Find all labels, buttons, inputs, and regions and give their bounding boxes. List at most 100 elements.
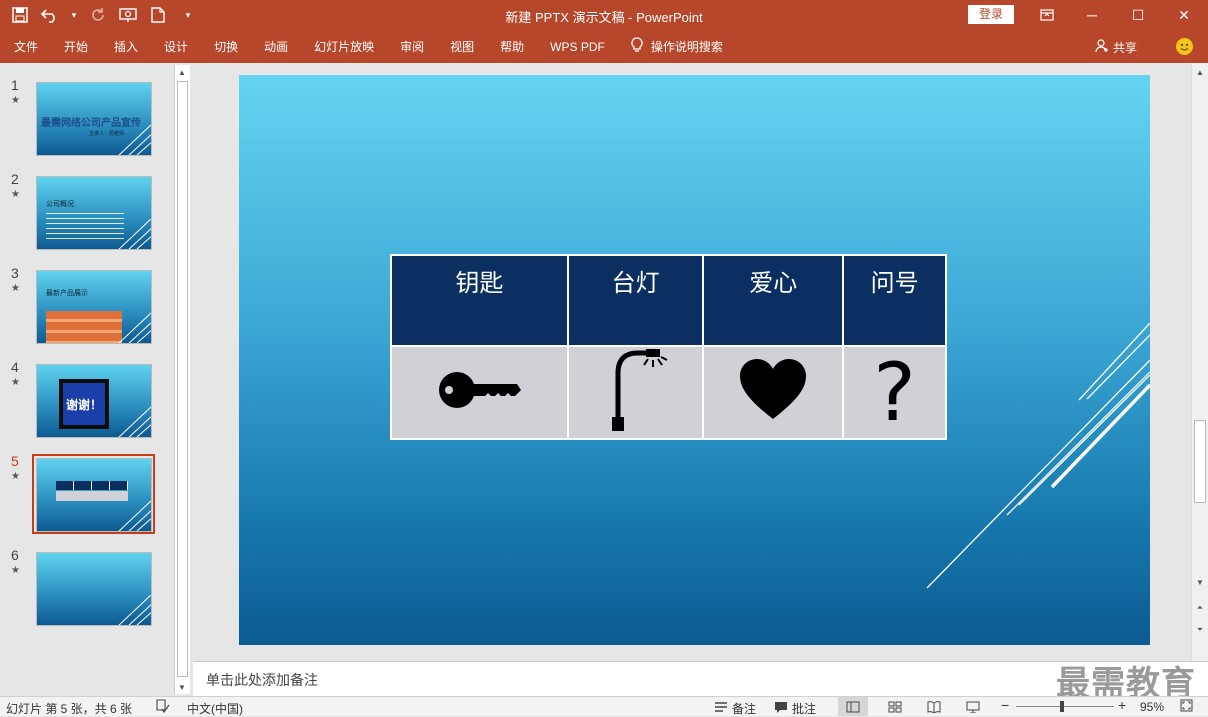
slide-thumbnail-pane: 1 ★ 最需网络公司产品宣传 主讲人：周老师 2 ★ 公司概况 3 ★ 最新产品…: [0, 63, 174, 696]
slide-preview: 谢谢！: [36, 364, 152, 438]
next-slide-icon[interactable]: ⏷: [1193, 623, 1207, 637]
thumb-body-lines: [46, 213, 124, 243]
slide-number: 4: [11, 359, 19, 375]
tab-animations[interactable]: 动画: [264, 38, 288, 55]
tab-insert[interactable]: 插入: [114, 38, 138, 55]
tab-review[interactable]: 审阅: [400, 38, 424, 55]
tab-transitions[interactable]: 切换: [214, 38, 238, 55]
table-header-cell[interactable]: 钥匙: [390, 254, 569, 347]
zoom-level[interactable]: 95%: [1140, 700, 1164, 714]
slide-sorter-icon[interactable]: [880, 697, 910, 716]
notes-icon: [714, 701, 728, 716]
slideshow-from-start-icon[interactable]: [118, 5, 138, 25]
street-lamp-icon: [611, 349, 668, 431]
feedback-smiley-icon[interactable]: [1176, 38, 1193, 55]
zoom-slider[interactable]: [1016, 701, 1114, 712]
ribbon: 文件 开始 插入 设计 切换 动画 幻灯片放映 审阅 视图 帮助 WPS PDF…: [0, 30, 1208, 63]
notes-placeholder[interactable]: 单击此处添加备注: [206, 670, 318, 690]
tab-slideshow[interactable]: 幻灯片放映: [314, 38, 374, 55]
notes-toggle[interactable]: 备注: [714, 700, 756, 717]
ribbon-tabs: 文件 开始 插入 设计 切换 动画 幻灯片放映 审阅 视图 帮助 WPS PDF…: [14, 30, 723, 63]
table-header-cell[interactable]: 爱心: [702, 254, 845, 347]
scroll-down-arrow-icon[interactable]: ▼: [1193, 575, 1207, 589]
language-indicator[interactable]: 中文(中国): [187, 700, 243, 717]
table-cell[interactable]: [702, 345, 845, 440]
fit-to-window-icon[interactable]: [1180, 699, 1193, 715]
ribbon-display-icon[interactable]: [1024, 0, 1070, 30]
login-button[interactable]: 登录: [968, 5, 1014, 24]
slide-number: 3: [11, 265, 19, 281]
slide-number: 2: [11, 171, 19, 187]
title-bar: ▾ ▾ 新建 PPTX 演示文稿 - PowerPoint 登录 ─ ☐ ✕: [0, 0, 1208, 30]
close-button[interactable]: ✕: [1161, 0, 1207, 30]
slide-thumbnail-5[interactable]: 5 ★: [0, 439, 174, 534]
undo-icon[interactable]: [40, 5, 60, 25]
thumb-title: 最新产品展示: [46, 290, 88, 297]
normal-view-icon[interactable]: [838, 697, 868, 716]
comments-toggle[interactable]: 批注: [774, 700, 816, 717]
tell-me-search[interactable]: 操作说明搜索: [631, 37, 723, 56]
table-header-cell[interactable]: 台灯: [566, 254, 705, 347]
slideshow-view-icon[interactable]: [958, 697, 988, 716]
scrollbar-thumb[interactable]: [177, 81, 188, 677]
zoom-in-icon[interactable]: +: [1118, 697, 1126, 713]
slide-thumbnail-1[interactable]: 1 ★ 最需网络公司产品宣传 主讲人：周老师: [0, 63, 174, 157]
tab-file[interactable]: 文件: [14, 38, 38, 55]
animation-star-icon: ★: [11, 565, 20, 576]
slide-thumbnail-6[interactable]: 6 ★: [0, 533, 174, 627]
person-add-icon: [1095, 39, 1109, 56]
share-button[interactable]: 共享: [1095, 39, 1137, 56]
save-icon[interactable]: [10, 5, 30, 25]
quick-access-toolbar: ▾ ▾: [10, 0, 198, 30]
notes-label: 备注: [732, 702, 757, 716]
comment-icon: [774, 701, 788, 717]
slide-preview: 公司概况: [36, 176, 152, 250]
scroll-down-arrow-icon[interactable]: ▼: [175, 680, 189, 694]
animation-star-icon: ★: [11, 377, 20, 388]
tell-me-label: 操作说明搜索: [650, 40, 723, 54]
key-icon: [439, 372, 522, 408]
scroll-up-arrow-icon[interactable]: ▲: [1193, 65, 1207, 79]
minimize-button[interactable]: ─: [1069, 0, 1115, 30]
maximize-button[interactable]: ☐: [1115, 0, 1161, 30]
editor-scrollbar[interactable]: ▲ ▼ ⏶ ⏷: [1191, 63, 1208, 661]
customize-qat-icon[interactable]: ▾: [178, 5, 198, 25]
thumb-title: 公司概况: [46, 201, 74, 208]
new-file-icon[interactable]: [148, 5, 168, 25]
table-cell[interactable]: [390, 345, 569, 440]
accessibility-icon[interactable]: [156, 699, 170, 716]
tab-wps-pdf[interactable]: WPS PDF: [550, 40, 605, 54]
thumbnail-scrollbar[interactable]: ▲ ▼: [174, 65, 190, 694]
slide-number: 5: [11, 453, 19, 469]
slide-thumbnail-2[interactable]: 2 ★ 公司概况: [0, 157, 174, 251]
tab-home[interactable]: 开始: [64, 38, 88, 55]
lightbulb-icon: [631, 37, 643, 56]
tab-help[interactable]: 帮助: [500, 38, 524, 55]
scroll-up-arrow-icon[interactable]: ▲: [175, 65, 189, 79]
tab-view[interactable]: 视图: [450, 38, 474, 55]
thumb-table: [46, 311, 122, 343]
redo-icon[interactable]: [88, 5, 108, 25]
table-header-row: 钥匙 台灯 爱心 问号: [390, 254, 947, 347]
tab-design[interactable]: 设计: [164, 38, 188, 55]
undo-dropdown-icon[interactable]: ▾: [70, 5, 78, 25]
slide-preview: [36, 458, 152, 532]
zoom-out-icon[interactable]: −: [1001, 697, 1009, 713]
thumb-title: 谢谢！: [65, 397, 102, 412]
animation-star-icon: ★: [11, 189, 20, 200]
slide-number: 1: [11, 77, 19, 93]
slide-preview: [36, 552, 152, 626]
slide-thumbnail-3[interactable]: 3 ★ 最新产品展示: [0, 251, 174, 345]
slide-thumbnail-4[interactable]: 4 ★ 谢谢！: [0, 345, 174, 439]
previous-slide-icon[interactable]: ⏶: [1193, 601, 1207, 615]
table-cell[interactable]: [566, 345, 705, 440]
animation-star-icon: ★: [11, 95, 20, 106]
slide-table[interactable]: 钥匙 台灯 爱心 问号 ?: [390, 254, 947, 440]
animation-star-icon: ★: [11, 471, 20, 482]
table-icon-row: ?: [390, 345, 947, 440]
scrollbar-thumb[interactable]: [1194, 420, 1206, 503]
zoom-slider-thumb[interactable]: [1060, 701, 1064, 712]
question-mark-icon: ?: [873, 345, 916, 439]
reading-view-icon[interactable]: [919, 697, 949, 716]
current-slide[interactable]: 钥匙 台灯 爱心 问号 ?: [239, 75, 1150, 645]
